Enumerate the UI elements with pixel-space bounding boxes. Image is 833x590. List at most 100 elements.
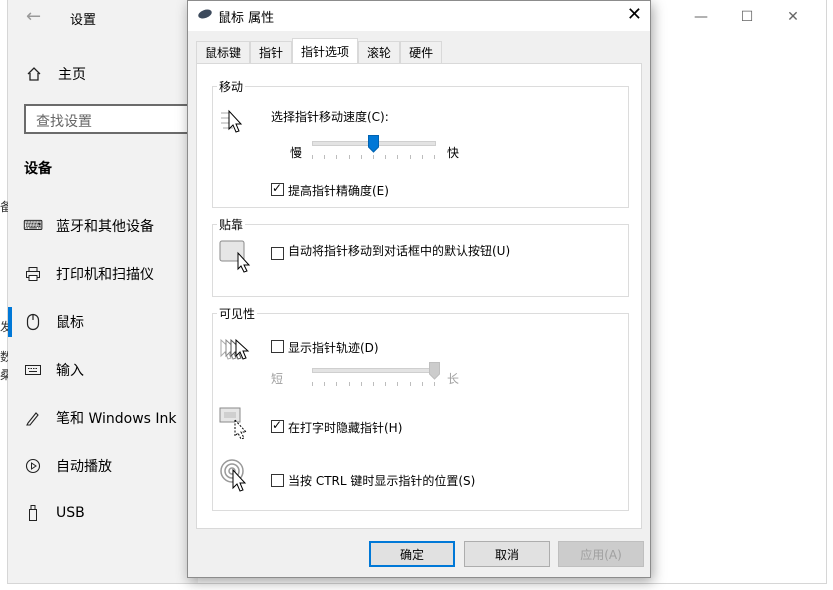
selected-indicator (8, 307, 12, 337)
dialog-title: 鼠标 属性 (218, 11, 275, 26)
precision-label: 提高指针精确度(E) (288, 184, 389, 198)
window-controls: — ☐ ✕ (678, 6, 816, 28)
search-placeholder: 查找设置 (36, 114, 92, 130)
sidebar-item-label: 自动播放 (56, 459, 112, 475)
snap-checkbox[interactable] (271, 247, 284, 260)
home-icon (27, 67, 41, 81)
mouse-properties-dialog: 鼠标 属性 ✕ 鼠标键 指针 指针选项 滚轮 硬件 移动 选择指针移动速度(C)… (187, 0, 651, 578)
ctrl-show-location-checkbox[interactable] (271, 474, 284, 487)
trails-checkbox[interactable] (271, 340, 284, 353)
sidebar-item-label: 笔和 Windows Ink (56, 411, 177, 427)
keyboard-icon (24, 361, 42, 379)
slider-tick (336, 382, 338, 386)
slider-tick (434, 382, 435, 386)
hide-while-typing-checkbox[interactable] (271, 418, 284, 433)
slider-tick (348, 382, 350, 386)
slider-track (312, 368, 436, 373)
usb-icon (24, 504, 42, 522)
slider-tick (434, 155, 435, 159)
hide-while-typing-label: 在打字时隐藏指针(H) (288, 421, 403, 435)
bluetooth-devices-icon: ⌨ (22, 218, 44, 234)
visibility-group-label: 可见性 (217, 305, 258, 322)
sidebar-item-label: USB (56, 505, 85, 521)
pointer-speed-icon (221, 109, 243, 133)
tab-pointer-options[interactable]: 指针选项 (292, 38, 359, 63)
settings-sidebar: ← 设置 主页 查找设置 设备 ⌨ 蓝牙和其他设备 打印机和扫描仪 鼠标 输入 … (8, 0, 200, 583)
tab-buttons[interactable]: 鼠标键 (196, 41, 251, 63)
slider-tick (373, 155, 374, 159)
motion-group-label: 移动 (217, 78, 246, 95)
slider-tick (421, 155, 423, 159)
ok-button[interactable]: 确定 (369, 541, 455, 567)
minimize-icon[interactable]: — (678, 6, 724, 28)
short-label: 短 (271, 372, 284, 386)
tab-pointers[interactable]: 指针 (250, 41, 293, 63)
slider-tick (312, 382, 313, 386)
slow-label: 慢 (290, 146, 303, 160)
slider-ticks (312, 155, 436, 159)
tab-panel: 移动 选择指针移动速度(C): 慢 快 提高指针精确度(E) 贴靠 (196, 63, 642, 529)
pen-icon (24, 409, 42, 427)
left-strip-fragment: 桑 (0, 368, 8, 382)
slider-tick (385, 382, 387, 386)
slider-tick (409, 382, 411, 386)
maximize-icon[interactable]: ☐ (724, 6, 770, 28)
hide-pointer-icon (219, 407, 248, 440)
back-arrow-icon[interactable]: ← (26, 6, 41, 27)
sidebar-item-usb[interactable]: USB (24, 504, 85, 522)
mouse-icon (197, 7, 213, 21)
apply-button[interactable]: 应用(A) (558, 541, 644, 567)
sidebar-item-printers[interactable]: 打印机和扫描仪 (24, 264, 154, 284)
slider-tick (421, 382, 423, 386)
slider-tick (324, 155, 326, 159)
sidebar-item-bluetooth[interactable]: ⌨ 蓝牙和其他设备 (22, 216, 154, 236)
cancel-button[interactable]: 取消 (464, 541, 550, 567)
slider-tick (336, 155, 338, 159)
left-strip-fragment: 备 (0, 200, 8, 214)
long-label: 长 (447, 372, 460, 386)
sidebar-item-mouse[interactable]: 鼠标 (24, 312, 84, 332)
tab-hardware[interactable]: 硬件 (400, 41, 443, 63)
precision-checkbox[interactable] (271, 181, 284, 196)
slider-tick (360, 382, 362, 386)
show-location-icon (220, 459, 247, 492)
sidebar-item-label: 打印机和扫描仪 (56, 267, 154, 283)
left-strip-fragment: 数 (0, 350, 8, 364)
motion-group: 移动 选择指针移动速度(C): 慢 快 提高指针精确度(E) (212, 78, 629, 208)
pointer-trails-icon (220, 338, 250, 360)
sidebar-item-pen[interactable]: 笔和 Windows Ink (24, 408, 177, 428)
snap-to-icon (219, 240, 251, 273)
slider-thumb[interactable] (368, 135, 379, 153)
slider-tick (385, 155, 387, 159)
tab-wheel[interactable]: 滚轮 (358, 41, 401, 63)
slider-tick (348, 155, 350, 159)
slider-tick (397, 155, 399, 159)
sidebar-item-label: 输入 (56, 363, 84, 379)
ctrl-show-location-label: 当按 CTRL 键时显示指针的位置(S) (288, 474, 476, 488)
close-icon[interactable]: ✕ (770, 6, 816, 28)
sidebar-item-label: 蓝牙和其他设备 (56, 219, 154, 235)
fast-label: 快 (447, 146, 460, 160)
mouse-icon (24, 313, 42, 331)
slider-tick (373, 382, 374, 386)
slider-tick (360, 155, 362, 159)
section-heading: 设备 (24, 161, 52, 177)
slider-thumb[interactable] (429, 362, 440, 380)
snap-label: 自动将指针移动到对话框中的默认按钮(U) (288, 244, 511, 258)
pointer-speed-slider[interactable] (312, 135, 436, 161)
snap-group: 贴靠 自动将指针移动到对话框中的默认按钮(U) (212, 216, 629, 297)
close-icon[interactable]: ✕ (627, 4, 642, 25)
sidebar-item-typing[interactable]: 输入 (24, 360, 84, 380)
visibility-group: 可见性 显示指针轨迹(D) 短 长 在打字时隐藏指针(H (212, 305, 629, 511)
home-nav-item[interactable]: 主页 (26, 64, 86, 84)
snap-group-label: 贴靠 (217, 216, 246, 233)
speed-label: 选择指针移动速度(C): (271, 110, 389, 124)
search-input[interactable]: 查找设置 (24, 104, 200, 134)
trails-length-slider[interactable] (312, 362, 440, 388)
dialog-titlebar: 鼠标 属性 ✕ (188, 1, 650, 31)
sidebar-item-autoplay[interactable]: 自动播放 (24, 456, 112, 476)
sidebar-item-label: 鼠标 (56, 315, 84, 331)
left-strip-fragment: 发 (0, 320, 8, 334)
slider-tick (324, 382, 326, 386)
slider-ticks (312, 382, 436, 386)
